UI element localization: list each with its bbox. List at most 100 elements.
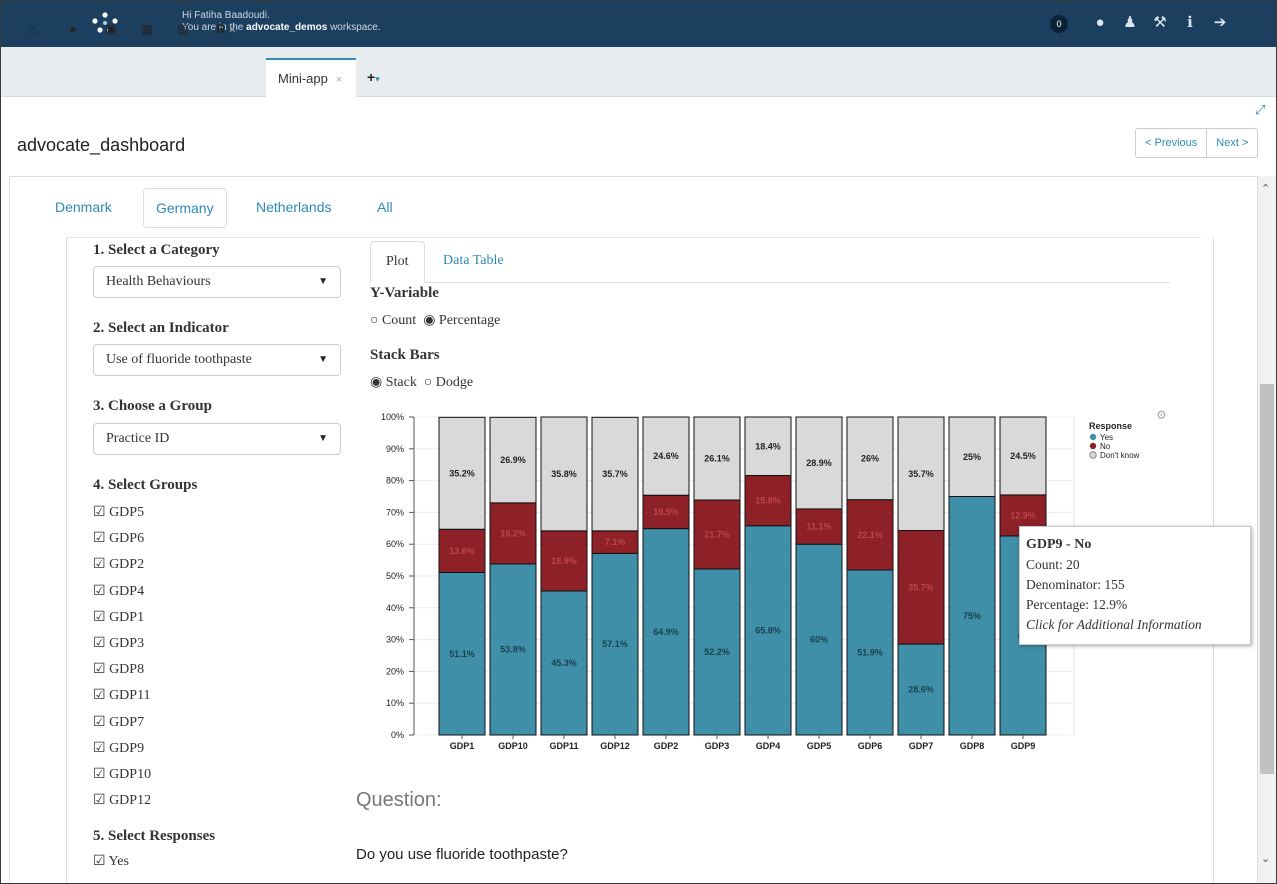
y-tick-label: 10% <box>386 698 404 708</box>
add-tab-button[interactable]: +▾ <box>367 69 380 85</box>
data-label: 18.4% <box>755 441 781 451</box>
comments-icon[interactable]: ● <box>63 13 83 45</box>
data-label: 53.8% <box>500 644 526 654</box>
workspace-name: advocate_demos <box>246 22 328 33</box>
x-tick-label: GDP2 <box>654 741 679 751</box>
radio-percentage[interactable]: ◉ Percentage <box>423 313 500 328</box>
greeting-suffix: workspace. <box>327 22 381 33</box>
y-tick-label: 20% <box>386 666 404 676</box>
tooltip-denominator: Denominator: 155 <box>1026 577 1125 592</box>
checkbox-yes[interactable]: ☑ Yes <box>93 853 129 870</box>
checkbox-label: GDP5 <box>109 505 145 520</box>
checkbox-group[interactable]: ☑ GDP4 <box>93 583 144 600</box>
group-value: Practice ID <box>106 431 170 446</box>
radio-dodge[interactable]: ○ Dodge <box>424 375 473 390</box>
checkbox-group[interactable]: ☑ GDP12 <box>93 792 151 809</box>
data-label: 21.7% <box>704 530 730 540</box>
data-label: 45.3% <box>551 658 577 668</box>
expand-icon[interactable]: ⤢ <box>1255 102 1265 118</box>
file-icon[interactable]: ▤ <box>173 13 193 45</box>
data-label: 13.6% <box>449 546 475 556</box>
scrollbar[interactable]: ⌃ ⌄ <box>1258 176 1276 883</box>
home-icon[interactable]: ⌂ <box>23 13 43 45</box>
y-variable-label: Y-Variable <box>370 285 439 301</box>
data-label: 65.8% <box>755 625 781 635</box>
tab-plot[interactable]: Plot <box>370 241 425 283</box>
data-label: 52.2% <box>704 647 730 657</box>
chart-tooltip[interactable]: GDP9 - No Count: 20 Denominator: 155 Per… <box>1019 526 1251 645</box>
tab-denmark[interactable]: Denmark <box>43 188 124 228</box>
stack-radios: ◉ Stack ○ Dodge <box>370 374 473 391</box>
indicator-value: Use of fluoride toothpaste <box>106 352 252 367</box>
caret-down-icon: ▼ <box>318 276 328 287</box>
x-tick-label: GDP4 <box>756 741 781 751</box>
radio-dodge-label: Dodge <box>435 375 474 390</box>
tooltip-more-link[interactable]: Click for Additional Information <box>1026 617 1202 632</box>
tab-mini-app-label: Mini-app <box>278 71 328 86</box>
previous-button[interactable]: < Previous <box>1136 129 1206 157</box>
close-icon[interactable]: × <box>336 74 342 86</box>
x-tick-label: GDP1 <box>450 741 475 751</box>
globe-icon[interactable]: ● <box>1089 12 1111 34</box>
checkbox-group[interactable]: ☑ GDP11 <box>93 687 151 704</box>
console-icon[interactable]: ▣ <box>101 13 121 45</box>
tab-mini-app[interactable]: Mini-app × <box>266 58 356 98</box>
checkbox-label: GDP4 <box>109 583 145 599</box>
radio-stack[interactable]: ◉ Stack <box>370 375 417 390</box>
data-label: 19.2% <box>500 528 526 538</box>
sign-out-icon[interactable]: ➔ <box>1209 12 1231 34</box>
indicator-select[interactable]: Use of fluoride toothpaste ▼ <box>93 344 341 376</box>
data-label: 75% <box>963 611 981 621</box>
tooltip-percentage: Percentage: 12.9% <box>1026 597 1128 612</box>
users-icon[interactable]: ♟ <box>1119 12 1141 34</box>
checkbox-label: GDP8 <box>109 662 145 678</box>
table-icon[interactable]: ▦ <box>137 13 157 45</box>
wrench-icon[interactable]: ⚒ <box>1149 12 1171 34</box>
data-label: 35.7% <box>602 469 628 479</box>
checkbox-group[interactable]: ☑ GDP1 <box>93 609 144 626</box>
checkbox-group[interactable]: ☑ GDP5 <box>93 504 144 521</box>
x-tick-label: GDP12 <box>600 741 630 751</box>
category-select[interactable]: Health Behaviours ▼ <box>93 266 341 298</box>
checkbox-group[interactable]: ☑ GDP7 <box>93 714 144 731</box>
tab-all[interactable]: All <box>365 188 405 228</box>
data-label: 28.9% <box>806 458 832 468</box>
data-label: 64.9% <box>653 627 679 637</box>
scroll-up-icon[interactable]: ⌃ <box>1261 182 1270 195</box>
data-label: 51.9% <box>857 647 883 657</box>
checkbox-group[interactable]: ☑ GDP3 <box>93 635 144 652</box>
checkbox-group[interactable]: ☑ GDP8 <box>93 661 144 678</box>
tab-data-table[interactable]: Data Table <box>428 241 519 283</box>
scrollbar-thumb[interactable] <box>1260 384 1274 774</box>
data-label: 24.5% <box>1010 451 1036 461</box>
checkbox-group[interactable]: ☑ GDP6 <box>93 530 144 547</box>
data-label: 15.8% <box>755 496 781 506</box>
checkbox-label: GDP2 <box>109 557 145 573</box>
checkbox-group[interactable]: ☑ GDP2 <box>93 556 144 573</box>
data-label: 18.9% <box>551 556 577 566</box>
group-select[interactable]: Practice ID ▼ <box>93 423 341 455</box>
close-icon[interactable]: × <box>229 24 235 36</box>
x-tick-label: GDP5 <box>807 741 832 751</box>
scroll-down-icon[interactable]: ⌄ <box>1261 852 1270 865</box>
legend-title: Response <box>1089 421 1132 431</box>
checkbox-group[interactable]: ☑ GDP10 <box>93 766 151 783</box>
responses-label: 5. Select Responses <box>93 828 216 844</box>
info-icon[interactable]: ℹ <box>1179 12 1201 34</box>
data-label: 26.9% <box>500 455 526 465</box>
y-variable-radios: ○ Count ◉ Percentage <box>370 312 500 329</box>
group-label: 3. Choose a Group <box>93 398 212 414</box>
y-tick-label: 70% <box>386 507 404 517</box>
data-label: 51.1% <box>449 649 475 659</box>
checkbox-group[interactable]: ☑ GDP9 <box>93 740 144 757</box>
radio-count[interactable]: ○ Count <box>370 313 416 328</box>
x-tick-label: GDP8 <box>960 741 985 751</box>
tab-germany[interactable]: Germany <box>143 188 227 228</box>
tab-netherlands[interactable]: Netherlands <box>244 188 344 228</box>
notification-badge[interactable]: 0 <box>1050 15 1068 33</box>
tab-r[interactable]: R × <box>206 13 246 45</box>
x-tick-label: GDP11 <box>549 741 578 751</box>
radio-stack-label: Stack <box>385 375 417 390</box>
checkbox-label: GDP12 <box>109 793 152 809</box>
next-button[interactable]: Next > <box>1206 129 1257 157</box>
